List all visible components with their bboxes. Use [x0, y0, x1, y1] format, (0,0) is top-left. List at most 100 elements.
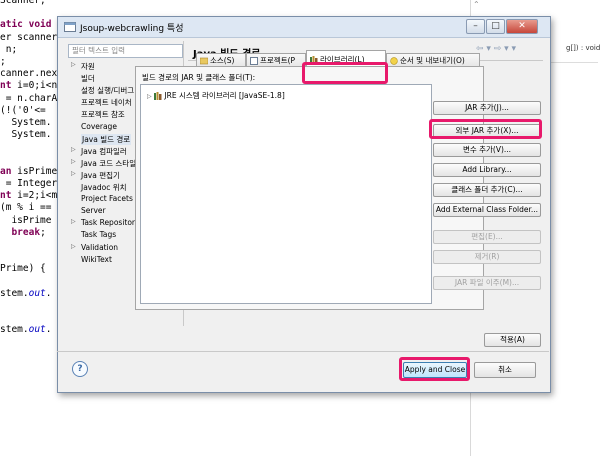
code-token: i=2;i<m	[17, 190, 58, 202]
jar-class-folder-list[interactable]: ▷ JRE 시스템 라이브러리 [JavaSE-1.8]	[140, 84, 432, 304]
code-line[interactable]: (m % i ==	[0, 202, 51, 213]
expand-arrow-icon[interactable]: ▷	[71, 218, 76, 225]
code-token: break	[11, 226, 41, 238]
code-token: i=0;i<n	[17, 80, 58, 92]
tree-item-label: Validation	[81, 242, 119, 252]
code-token: = Integer	[0, 178, 58, 189]
code-line[interactable]: stem.out.	[0, 288, 52, 299]
add-external-class-folder-button[interactable]: Add External Class Folder...	[433, 203, 541, 217]
history-nav-icons[interactable]: ⇦ ▾ ⇨ ▾ ▾	[476, 44, 516, 54]
remove-button[interactable]: 제거(R)	[433, 250, 541, 264]
migrate-jar-button[interactable]: JAR 파일 이주(M)...	[433, 276, 541, 290]
code-token: (!('0'<=	[0, 104, 46, 116]
tree-item-label: WikiText	[81, 254, 112, 264]
expand-arrow-icon[interactable]: ▷	[71, 146, 76, 153]
jre-library-label: JRE 시스템 라이브러리 [JavaSE-1.8]	[164, 91, 285, 100]
code-token: nt	[0, 190, 18, 202]
code-token: out	[28, 324, 46, 336]
scroll-up-icon[interactable]: ⌃	[473, 0, 483, 10]
filter-input[interactable]: 필터 텍스트 입력	[68, 44, 183, 58]
cancel-button[interactable]: 취소	[474, 362, 536, 378]
code-line[interactable]: System.	[0, 117, 51, 128]
code-line[interactable]: break;	[0, 226, 46, 238]
code-token: ;	[0, 56, 6, 67]
code-line[interactable]: = Integer	[0, 178, 57, 189]
tree-item-label: 설정 실행/디버그	[81, 86, 135, 96]
library-books-icon	[154, 92, 162, 100]
code-line[interactable]: Prime) {	[0, 263, 46, 274]
code-line[interactable]: n;	[0, 44, 17, 55]
code-line[interactable]: Scanner;	[0, 0, 46, 6]
code-line[interactable]: nt i=0;i<n	[0, 80, 57, 91]
tree-item-label: Javadoc 위치	[81, 183, 127, 192]
add-class-folder-button[interactable]: 클래스 폴더 추가(C)...	[433, 183, 541, 197]
apply-button[interactable]: 적용(A)	[484, 333, 541, 347]
code-token: Scanner;	[0, 0, 46, 6]
code-line[interactable]: er scanner	[0, 32, 57, 43]
tree-item-label: Coverage	[81, 121, 117, 131]
maximize-button[interactable]: □	[486, 19, 505, 34]
order-export-icon	[390, 57, 398, 65]
tree-item-label: 빌더	[81, 74, 95, 84]
code-line[interactable]: ;	[0, 56, 6, 67]
code-token: an	[0, 165, 18, 177]
libraries-tab-highlight	[302, 62, 388, 84]
code-line[interactable]: nt i=2;i<m	[0, 190, 57, 201]
add-library-button[interactable]: Add Library...	[433, 163, 541, 177]
add-variable-button[interactable]: 변수 추가(V)...	[433, 143, 541, 157]
code-line[interactable]: canner.nex	[0, 68, 57, 79]
close-button[interactable]: ✕	[506, 19, 538, 34]
code-token: canner.nex	[0, 68, 58, 80]
dialog-titlebar[interactable]: Jsoup-webcrawling 특성 – □ ✕	[58, 17, 550, 38]
button-bar-separator	[57, 351, 549, 352]
tree-item-label: Task Tags	[81, 230, 117, 240]
edit-button[interactable]: 편집(E)...	[433, 230, 541, 244]
tree-item-label: 프로젝트 네이처	[81, 98, 132, 108]
code-token: nt	[0, 80, 18, 92]
tab-projects-label: 프로젝트(P	[260, 56, 296, 65]
code-token: System.	[0, 129, 52, 141]
expand-arrow-icon[interactable]: ▷	[71, 158, 76, 165]
eclipse-project-icon	[64, 22, 76, 32]
tree-item-label: 자원	[81, 62, 95, 71]
code-line[interactable]: stem.out.	[0, 324, 52, 335]
code-token: stem.	[0, 324, 29, 336]
code-line[interactable]: (!('0'<=	[0, 105, 46, 116]
minimize-button[interactable]: –	[466, 19, 485, 34]
code-line[interactable]: atic void	[0, 19, 52, 30]
code-token: .	[45, 287, 52, 299]
project-icon	[250, 57, 258, 65]
help-icon[interactable]: ?	[72, 361, 88, 377]
code-token: atic	[0, 19, 29, 31]
code-token: out	[28, 287, 46, 299]
expand-arrow-icon[interactable]: ▷	[71, 170, 76, 177]
tree-item-label: Java 코드 스타일	[81, 158, 137, 168]
code-line[interactable]: an isPrime	[0, 166, 57, 177]
expand-arrow-icon[interactable]: ▷	[147, 93, 152, 100]
expand-arrow-icon[interactable]: ▷	[71, 243, 76, 250]
add-jar-button[interactable]: JAR 추가(J)...	[433, 101, 541, 115]
apply-close-highlight	[399, 357, 470, 381]
external-jar-highlight	[429, 119, 542, 139]
outline-separator	[548, 62, 598, 63]
code-line[interactable]: isPrime	[0, 215, 51, 226]
code-line[interactable]: System.	[0, 129, 51, 140]
outline-method-signature[interactable]: g[]) : void	[566, 44, 600, 52]
tree-item-label: Server	[81, 206, 106, 216]
code-token: .	[45, 324, 52, 336]
code-token: n;	[0, 43, 18, 55]
tree-item-label: Java 컴파일러	[81, 146, 127, 156]
code-token: stem.	[0, 287, 29, 299]
code-line[interactable]: = n.charA	[0, 93, 57, 104]
tree-item-label: Java 편집기	[81, 170, 120, 180]
tree-item-label: Task Repository	[81, 218, 140, 228]
code-token: ;	[40, 226, 46, 238]
tab-source-label: 소스(S)	[210, 56, 235, 65]
list-item[interactable]: ▷ JRE 시스템 라이브러리 [JavaSE-1.8]	[147, 90, 285, 101]
tree-item-label: 프로젝트 참조	[81, 110, 125, 120]
tab-order-export-label: 순서 및 내보내기(O)	[400, 56, 465, 65]
code-token: System.	[0, 117, 52, 128]
code-token: (m % i ==	[0, 202, 52, 214]
expand-arrow-icon[interactable]: ▷	[71, 61, 76, 68]
